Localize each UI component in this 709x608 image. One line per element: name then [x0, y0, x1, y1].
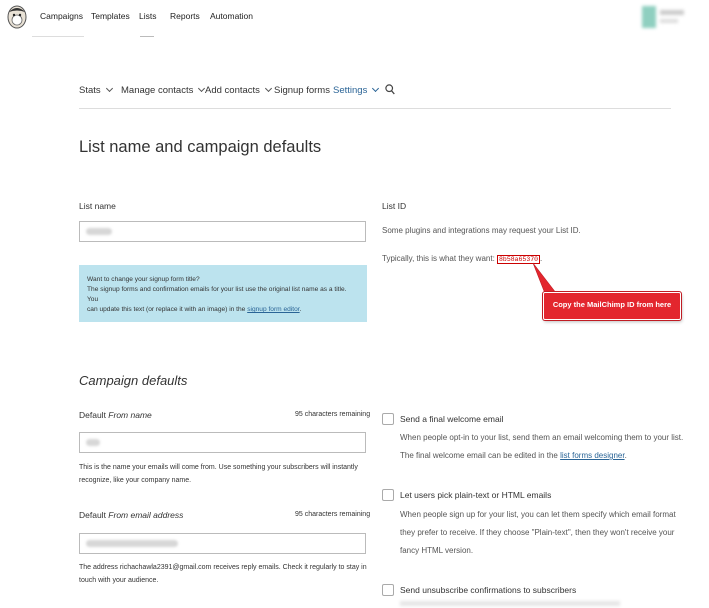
welcome-email-checkbox[interactable]: [382, 413, 394, 425]
from-email-input[interactable]: [79, 533, 366, 554]
subnav-settings[interactable]: Settings: [333, 84, 380, 96]
nav-reports[interactable]: Reports: [170, 11, 200, 21]
copy-id-callout: Copy the MailChimp ID from here: [543, 292, 681, 320]
page-title: List name and campaign defaults: [79, 138, 322, 156]
info-box-body-line1: The signup forms and confirmation emails…: [87, 286, 347, 303]
plain-text-html-description: When people sign up for your list, you c…: [400, 510, 676, 555]
plain-text-html-title: Let users pick plain-text or HTML emails: [400, 490, 552, 500]
search-icon[interactable]: [385, 84, 395, 98]
nav-active-indicator: [140, 36, 154, 37]
info-box-body-line2: can update this text (or replace it with…: [87, 306, 302, 313]
subnav-add-contacts[interactable]: Add contacts: [205, 84, 272, 96]
campaign-defaults-heading: Campaign defaults: [79, 373, 188, 388]
list-id-description: Some plugins and integrations may reques…: [382, 226, 581, 235]
welcome-email-title: Send a final welcome email: [400, 414, 504, 424]
unsubscribe-description-cut-off: [400, 601, 620, 606]
from-name-label: Default From name: [79, 410, 152, 420]
mailchimp-logo-icon[interactable]: [6, 3, 28, 29]
list-name-value-redacted: [86, 228, 112, 235]
nav-lists[interactable]: Lists: [139, 11, 156, 21]
nav-automation[interactable]: Automation: [210, 11, 253, 21]
from-name-remaining: 95 characters remaining: [295, 411, 371, 418]
welcome-email-description: When people opt-in to your list, send th…: [400, 433, 684, 460]
plain-text-html-checkbox[interactable]: [382, 489, 394, 501]
unsubscribe-confirmations-checkbox[interactable]: [382, 584, 394, 596]
nav-templates[interactable]: Templates: [91, 11, 130, 21]
signup-form-editor-link[interactable]: signup form editor: [247, 306, 299, 313]
list-name-input[interactable]: [79, 221, 366, 242]
from-name-help: This is the name your emails will come f…: [79, 464, 358, 484]
subnav-divider: [79, 108, 671, 109]
chevron-down-icon: [105, 84, 113, 93]
nav-campaigns[interactable]: Campaigns: [40, 11, 83, 21]
list-id-label: List ID: [382, 201, 407, 211]
from-email-remaining: 95 characters remaining: [295, 511, 371, 518]
subnav-signup-forms[interactable]: Signup forms: [274, 85, 330, 96]
unsubscribe-confirmations-title: Send unsubscribe confirmations to subscr…: [400, 585, 577, 595]
info-box-title: Want to change your signup form title?: [87, 276, 200, 283]
from-email-label: Default From email address: [79, 510, 184, 520]
account-avatar[interactable]: [640, 6, 692, 28]
from-email-help: The address richachawla2391@gmail.com re…: [79, 564, 367, 584]
signup-title-info-box: Want to change your signup form title? T…: [79, 265, 367, 322]
subnav-manage-contacts[interactable]: Manage contacts: [121, 84, 206, 96]
list-name-label: List name: [79, 201, 116, 211]
from-name-value-redacted: [86, 439, 100, 446]
subnav-stats[interactable]: Stats: [79, 84, 113, 96]
chevron-down-icon: [372, 84, 380, 93]
from-name-input[interactable]: [79, 432, 366, 453]
list-forms-designer-link[interactable]: list forms designer: [560, 451, 624, 460]
chevron-down-icon: [264, 84, 272, 93]
from-email-value-redacted: [86, 540, 178, 547]
nav-divider: [32, 36, 84, 37]
list-id-typical-line: Typically, this is what they want: 8b58a…: [382, 254, 543, 264]
